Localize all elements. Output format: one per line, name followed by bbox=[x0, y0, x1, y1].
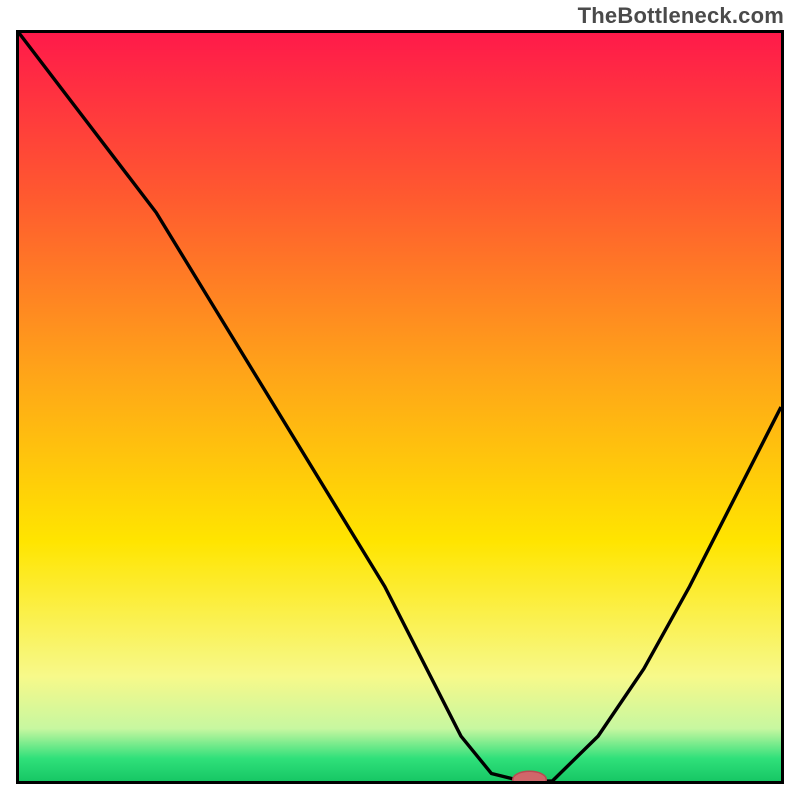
plot-area bbox=[16, 30, 784, 784]
watermark-text: TheBottleneck.com bbox=[578, 3, 784, 29]
chart-frame: TheBottleneck.com bbox=[0, 0, 800, 800]
gradient-background bbox=[19, 33, 781, 781]
bottleneck-chart bbox=[19, 33, 781, 781]
